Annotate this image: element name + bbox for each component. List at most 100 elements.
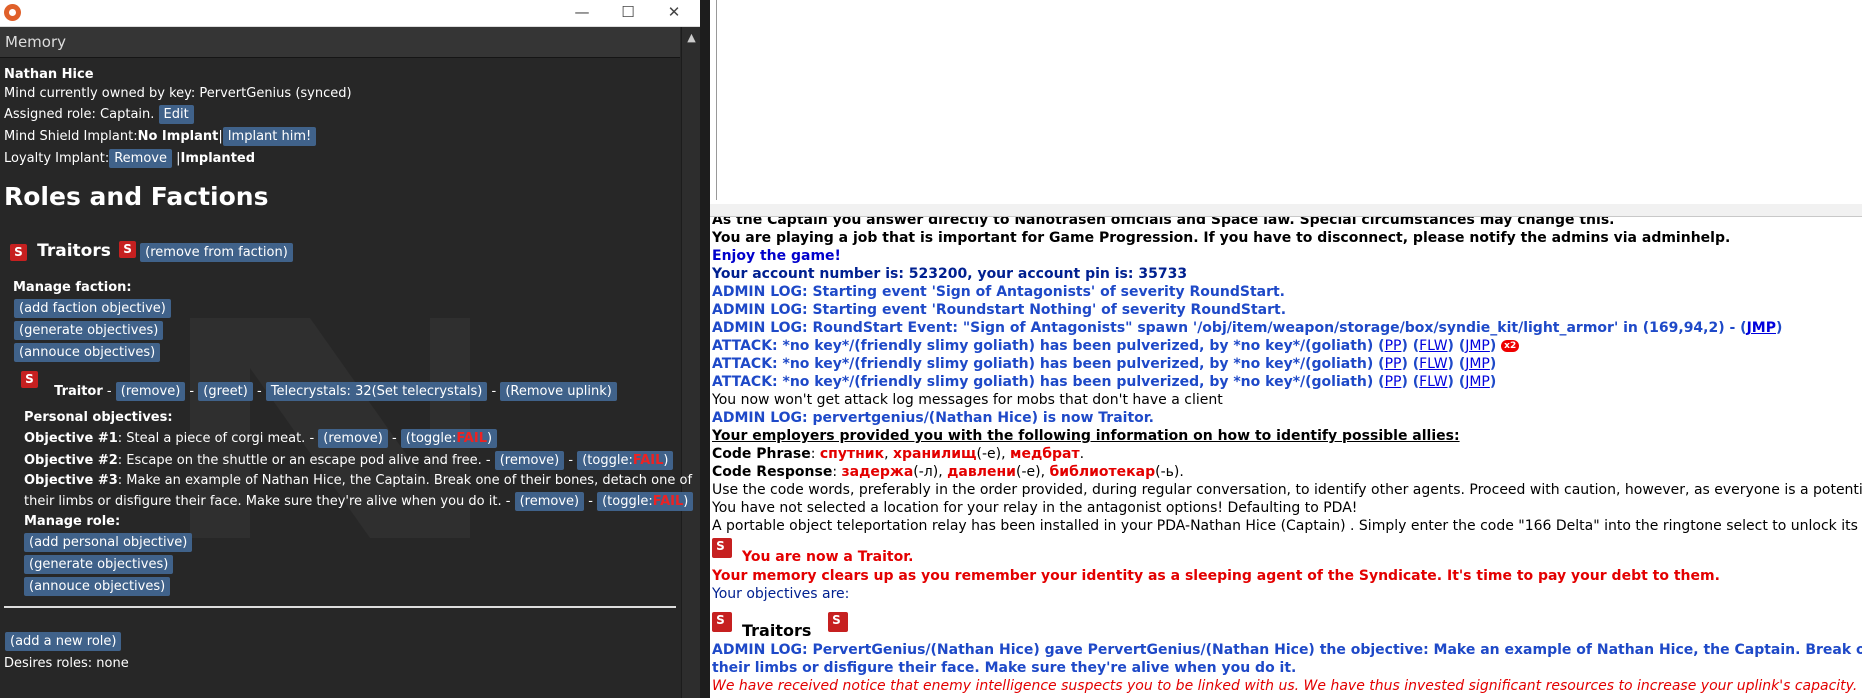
flw-link[interactable]: FLW — [1419, 356, 1447, 372]
toggle-suffix: ) — [663, 453, 669, 468]
code-phrase-label: Code Phrase — [712, 446, 811, 462]
jmp-link[interactable]: JMP — [1465, 374, 1490, 390]
map-edge — [712, 0, 717, 200]
pp-link[interactable]: PP — [1385, 374, 1402, 390]
dash: - — [106, 384, 112, 399]
traitor-label: Traitor — [54, 384, 103, 399]
remove-role-button[interactable]: (remove) — [115, 382, 186, 401]
chat-line: ATTACK: *no key*/(friendly slimy goliath… — [712, 374, 1497, 390]
maximize-icon[interactable]: ☐ — [606, 0, 650, 26]
pp-link[interactable]: PP — [1385, 338, 1402, 354]
chat-line: Your objectives are: — [712, 586, 850, 602]
panel-title: Memory — [5, 33, 67, 51]
code-suffix: (-ь). — [1155, 464, 1184, 480]
syndicate-icon — [828, 612, 848, 632]
fail-status: FAIL — [632, 453, 664, 468]
app-icon — [4, 4, 21, 21]
game-map-area[interactable] — [710, 0, 1862, 205]
dash: - — [568, 453, 574, 468]
code-suffix: (-е), — [976, 446, 1006, 462]
chat-line: A portable object teleportation relay ha… — [712, 518, 1862, 534]
remove-from-faction-button[interactable]: (remove from faction) — [140, 243, 293, 262]
faction-name: Traitors — [37, 241, 111, 261]
flw-link[interactable]: FLW — [1419, 338, 1447, 354]
splitter-bar[interactable] — [710, 204, 1862, 217]
remove-objective-button[interactable]: (remove) — [514, 492, 585, 511]
generate-role-objectives-button[interactable]: (generate objectives) — [24, 555, 174, 574]
objective-text: : Steal a piece of corgi meat. - — [117, 431, 315, 446]
chat-line: Traitors — [742, 621, 812, 640]
set-telecrystals-button[interactable]: Telecrystals: 32(Set telecrystals) — [265, 382, 488, 401]
code-word: задержа — [841, 464, 914, 480]
nanotrasen-logo-watermark — [190, 318, 470, 538]
toggle-objective-button[interactable]: (toggle:FAIL) — [577, 451, 674, 470]
announce-objectives-label[interactable]: (annouce objectives) — [14, 343, 161, 362]
jmp-link[interactable]: JMP — [1465, 356, 1490, 372]
objective-text: their limbs or disfigure their face. Mak… — [24, 494, 511, 509]
objective-number: Objective #2 — [24, 453, 118, 468]
add-personal-objective-button[interactable]: (add personal objective) — [24, 533, 193, 552]
chat-line: ATTACK: *no key*/(friendly slimy goliath… — [712, 356, 1497, 372]
mind-name: Nathan Hice — [4, 67, 94, 82]
generate-objectives-label[interactable]: (generate objectives) — [24, 555, 174, 574]
add-faction-objective-button[interactable]: (add faction objective) — [14, 299, 171, 318]
dash: - — [588, 494, 593, 509]
loyalty-label: Loyalty Implant: — [4, 151, 110, 166]
code-phrase-line: Code Phrase: спутник, хранилищ(-е), медб… — [712, 446, 1085, 462]
chat-line: Enjoy the game! — [712, 248, 841, 264]
generate-objectives-label[interactable]: (generate objectives) — [14, 321, 164, 340]
add-role-label[interactable]: (add a new role) — [5, 632, 122, 651]
objective-3-continued: their limbs or disfigure their face. Mak… — [24, 492, 694, 511]
objective-2: Objective #2: Escape on the shuttle or a… — [24, 451, 674, 470]
chat-line: Use the code words, preferably in the or… — [712, 482, 1862, 498]
chevron-up-icon[interactable]: ▲ — [682, 31, 700, 47]
window-divider — [700, 0, 710, 698]
announce-role-objectives-button[interactable]: (annouce objectives) — [24, 577, 171, 596]
remove-uplink-button[interactable]: (Remove uplink) — [500, 382, 617, 401]
remove-loyalty-button[interactable]: Remove — [109, 149, 172, 168]
paren: ) — [1776, 320, 1783, 336]
remove-objective-button[interactable]: (remove) — [318, 429, 388, 448]
chat-line: ATTACK: *no key*/(friendly slimy goliath… — [712, 337, 1520, 355]
remove-objective-button[interactable]: (remove) — [494, 451, 565, 470]
faction-row: Traitors (remove from faction) — [10, 241, 293, 262]
syndicate-icon — [712, 538, 732, 558]
objective-number: Objective #3 — [24, 473, 118, 488]
add-role-button[interactable]: (add a new role) — [5, 632, 122, 651]
scrollbar[interactable]: ▲ — [681, 27, 700, 698]
announce-objectives-label[interactable]: (annouce objectives) — [24, 577, 171, 596]
implant-button[interactable]: Implant him! — [222, 127, 317, 146]
greet-button[interactable]: (greet) — [198, 382, 253, 401]
toggle-objective-button[interactable]: (toggle:FAIL) — [597, 492, 694, 511]
pp-link[interactable]: PP — [1385, 356, 1402, 372]
jmp-link[interactable]: JMP — [1747, 320, 1776, 336]
repeat-badge: x2 — [1501, 340, 1520, 352]
chat-line: We have received notice that enemy intel… — [712, 678, 1858, 694]
chat-line: ADMIN LOG: PervertGenius/(Nathan Hice) g… — [712, 642, 1862, 658]
assigned-role: Assigned role: Captain. Edit — [4, 105, 194, 124]
code-word: давлени — [947, 464, 1016, 480]
toggle-objective-button[interactable]: (toggle:FAIL) — [400, 429, 498, 448]
desired-roles: Desires roles: none — [4, 656, 129, 671]
add-personal-objective-label[interactable]: (add personal objective) — [24, 533, 193, 552]
flw-link[interactable]: FLW — [1419, 374, 1447, 390]
chat-line: As the Captain you answer directly to Na… — [712, 217, 1615, 228]
code-word: библиотекар — [1049, 464, 1156, 480]
chat-line: You have not selected a location for you… — [712, 500, 1358, 516]
minimize-icon[interactable]: — — [560, 0, 604, 26]
announce-faction-objectives-button[interactable]: (annouce objectives) — [14, 343, 161, 362]
assigned-role-text: Assigned role: Captain. — [4, 107, 155, 122]
chat-line: Your employers provided you with the fol… — [712, 428, 1460, 444]
generate-faction-objectives-button[interactable]: (generate objectives) — [14, 321, 164, 340]
traitor-role-row: Traitor - (remove) - (greet) - Telecryst… — [24, 382, 617, 401]
edit-role-button[interactable]: Edit — [158, 105, 194, 124]
jmp-link[interactable]: JMP — [1465, 338, 1490, 354]
close-icon[interactable]: ✕ — [652, 0, 696, 26]
add-faction-objective-label[interactable]: (add faction objective) — [14, 299, 171, 318]
chat-output: As the Captain you answer directly to Na… — [710, 217, 1862, 698]
toggle-prefix: (toggle: — [582, 453, 633, 468]
manage-faction-label: Manage faction: — [13, 280, 132, 295]
chat-line: Your memory clears up as you remember yo… — [712, 568, 1720, 584]
chat-text: ATTACK: *no key*/(friendly slimy goliath… — [712, 356, 1374, 372]
divider — [4, 606, 676, 608]
